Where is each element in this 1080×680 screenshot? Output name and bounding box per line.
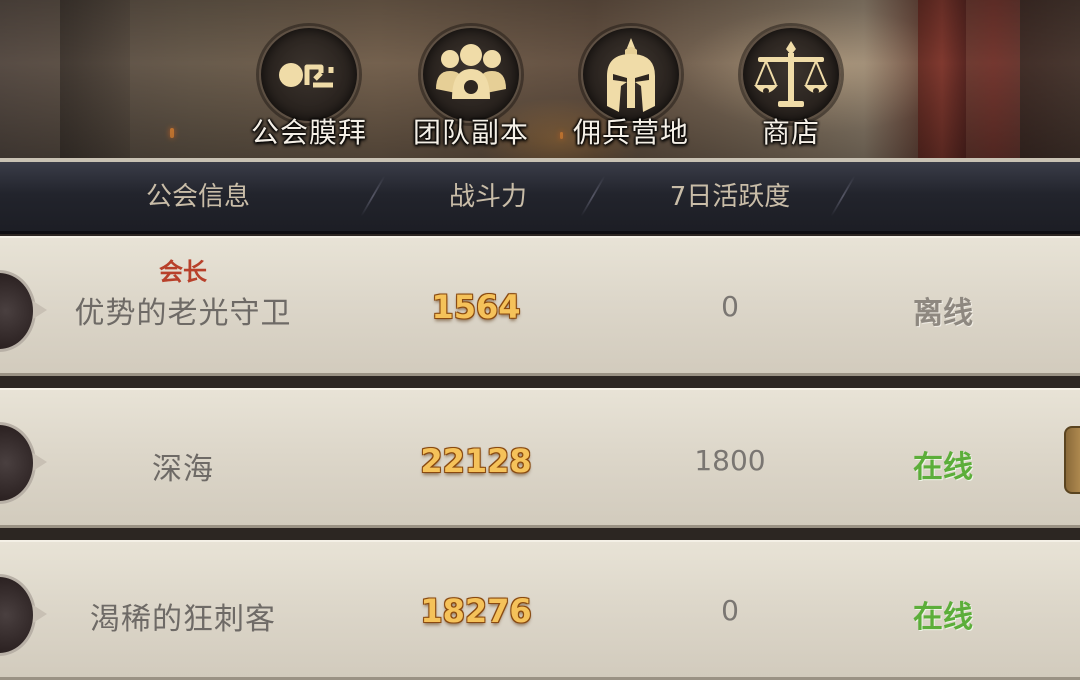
guild-worship-label: 公会膜拜 [250,116,367,149]
spartan-helmet-icon [581,26,681,123]
shop-label: 商店 [761,116,820,149]
header-activity: 7日活跃度 [669,182,791,212]
background-dark-pillar [1020,0,1080,158]
member-name: 优势的老光守卫 [74,296,292,331]
mercenary-camp-button[interactable]: 佣兵营地 [556,26,706,151]
member-power: 22128 [420,442,532,480]
guild-worship-button[interactable]: 公会膜拜 [234,26,384,151]
member-row[interactable]: 会长 优势的老光守卫 1564 0 离线 [0,236,1080,376]
team-people-icon [421,26,521,123]
member-activity: 0 [721,290,739,323]
header-power: 战斗力 [448,182,527,212]
ember-spark [170,128,174,138]
member-row[interactable]: 深海 22128 1800 在线 [0,388,1080,528]
member-status: 在线 [913,450,973,485]
background-pillar [60,0,130,158]
member-activity: 1800 [694,444,766,477]
header-guild-info: 公会信息 [145,182,250,212]
shop-button[interactable]: 商店 [716,26,866,151]
member-name: 渴稀的狂刺客 [90,602,276,637]
orz-icon [259,26,359,123]
header-divider [360,176,386,216]
mercenary-camp-label: 佣兵营地 [572,116,689,149]
member-row[interactable]: 渴稀的狂刺客 18276 0 在线 [0,540,1080,680]
member-activity: 0 [721,594,739,627]
member-rank: 会长 [159,258,207,286]
member-power: 1564 [431,288,521,326]
member-name: 深海 [152,452,214,487]
background-red-pillar [918,0,966,158]
balance-scale-icon [741,26,841,123]
header-divider [830,176,856,216]
member-power: 18276 [420,592,532,630]
member-status: 离线 [913,296,973,331]
team-dungeon-label: 团队副本 [412,116,529,149]
member-status: 在线 [913,600,973,635]
team-dungeon-button[interactable]: 团队副本 [396,26,546,151]
expand-tab[interactable] [1064,426,1080,494]
